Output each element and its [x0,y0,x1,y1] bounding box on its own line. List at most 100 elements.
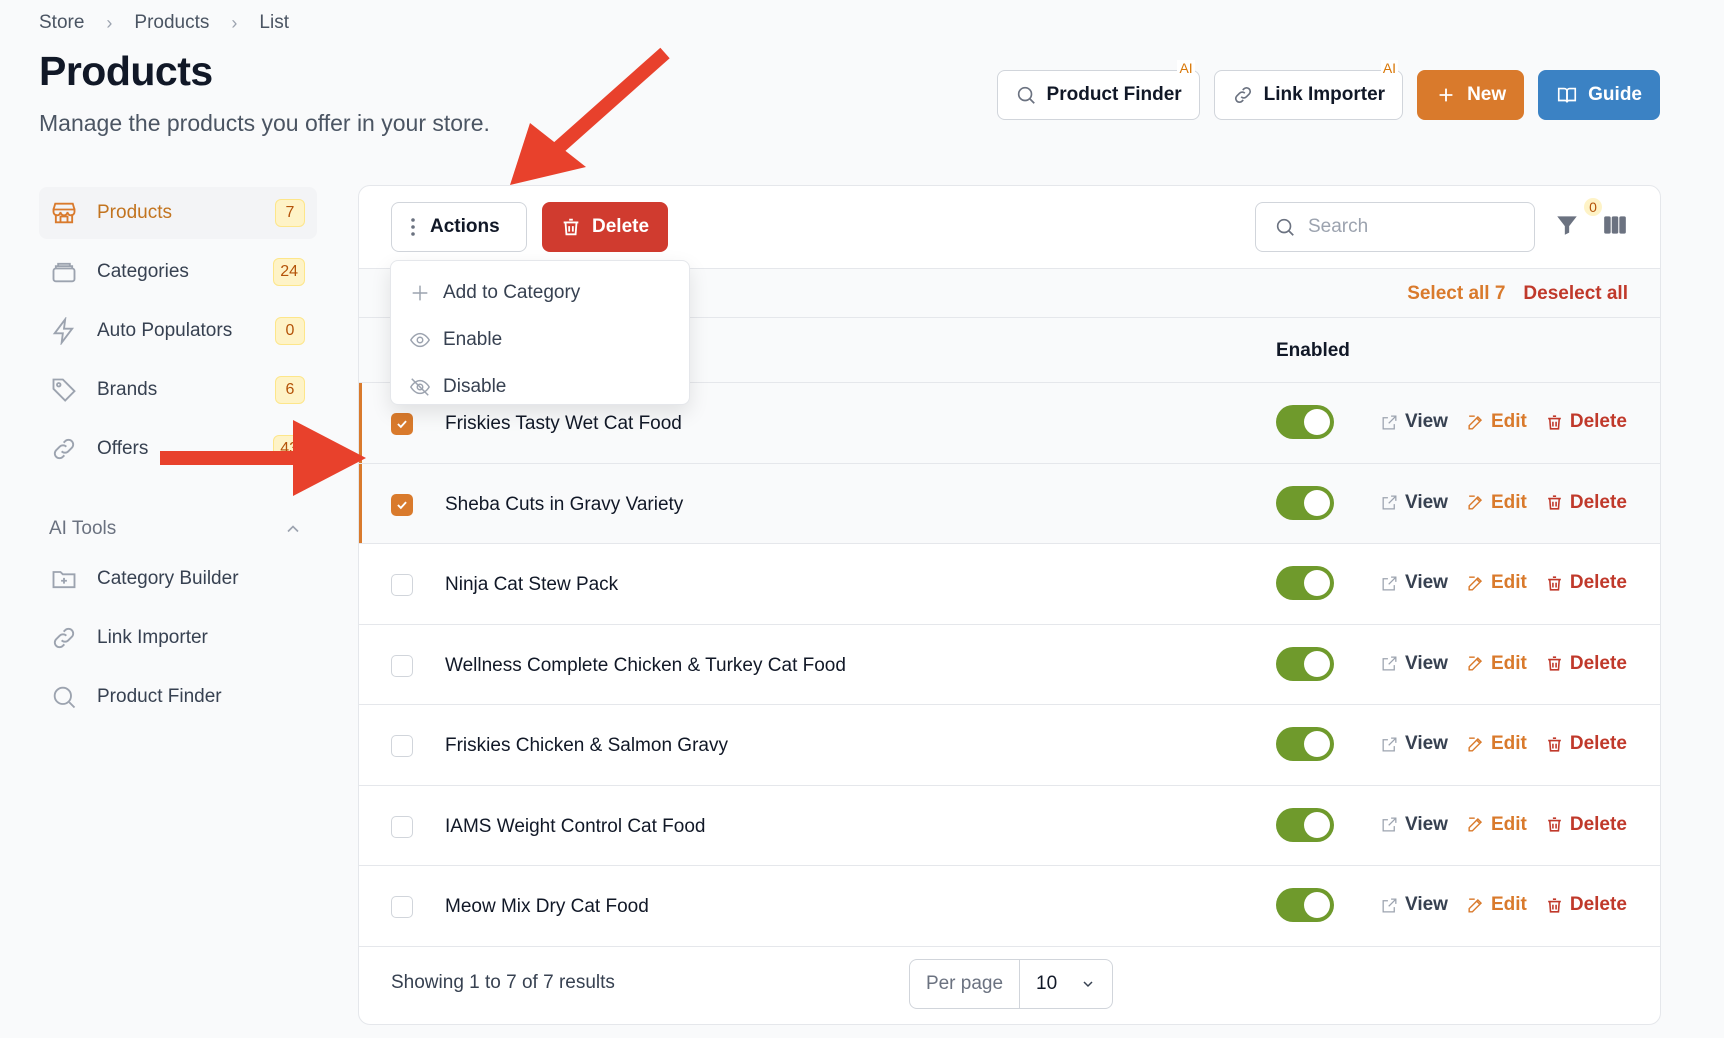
edit-button[interactable]: Edit [1466,492,1527,514]
column-header-enabled[interactable]: Enabled [1276,340,1350,362]
search-icon [49,682,79,712]
new-button[interactable]: New [1417,70,1525,120]
enabled-toggle[interactable] [1276,807,1334,842]
columns-icon[interactable] [1602,212,1628,238]
external-link-icon [1382,817,1397,832]
view-label: View [1405,813,1448,835]
row-checkbox[interactable] [391,574,413,596]
deselect-all-link[interactable]: Deselect all [1523,283,1628,305]
product-finder-button[interactable]: Product Finder AI [996,60,1200,120]
menu-item-disable[interactable]: Disable [391,363,689,410]
row-checkbox[interactable] [391,815,413,838]
check-icon [397,500,407,509]
enabled-toggle[interactable] [1276,888,1334,922]
edit-button[interactable]: Edit [1466,733,1527,755]
delete-label: Delete [1569,652,1627,674]
sidebar-item-label: Offers [97,438,149,459]
sidebar-item-category-builder[interactable]: Category Builder [39,553,317,605]
table-row[interactable]: Sheba Cuts in Gravy Variety View Edit Delet… [359,463,1660,544]
sidebar-item-label: Link Importer [97,627,208,648]
breadcrumb-products[interactable]: Products [134,12,209,34]
trash-icon [1548,656,1561,671]
row-checkbox[interactable] [391,735,413,757]
delete-button[interactable]: Delete [1545,572,1627,594]
edit-button[interactable]: Edit [1466,653,1527,675]
edit-button[interactable]: Edit [1466,411,1527,433]
page-subtitle: Manage the products you offer in your st… [39,110,490,136]
delete-button[interactable]: Delete [1545,653,1627,675]
sidebar-item-brands[interactable]: Brands 6 [39,364,317,416]
count-badge: 7 [275,199,305,227]
view-button[interactable]: View [1380,733,1448,755]
table-row[interactable]: Meow Mix Dry Cat Food View Edit Delete [359,866,1660,947]
menu-item-label: Add to Category [443,281,581,303]
menu-item-add-to-category[interactable]: Add to Category [391,269,689,316]
sidebar-item-link-importer[interactable]: Link Importer [39,612,317,664]
header-actions: Product Finder AI Link Importer AI New G… [996,60,1660,120]
table-row[interactable]: Wellness Complete Chicken & Turkey Cat F… [359,624,1660,705]
breadcrumb-store[interactable]: Store [39,12,84,34]
enabled-toggle[interactable] [1276,727,1334,761]
ai-tools-heading: AI Tools [49,518,117,539]
edit-button[interactable]: Edit [1466,572,1527,594]
view-button[interactable]: View [1380,492,1448,514]
enabled-toggle[interactable] [1276,646,1334,681]
breadcrumb: Store › Products › List [39,12,289,34]
table-row[interactable]: Friskies Chicken & Salmon Gravy View Edit D… [359,705,1660,786]
enabled-toggle[interactable] [1276,485,1334,520]
edit-label: Edit [1490,411,1527,432]
trash-icon [1548,414,1561,430]
enabled-toggle[interactable] [1276,566,1334,600]
view-button[interactable]: View [1380,572,1448,594]
delete-button[interactable]: Delete [1545,894,1627,916]
link-importer-button[interactable]: Link Importer AI [1213,60,1404,120]
menu-item-label: Disable [443,375,507,397]
sidebar-item-product-finder[interactable]: Product Finder [39,671,317,723]
delete-button[interactable]: Delete [1545,411,1627,433]
row-checkbox[interactable] [391,493,413,516]
row-checkbox[interactable] [391,896,413,918]
bulk-delete-button[interactable]: Delete [542,202,668,252]
sidebar-item-products[interactable]: Products 7 [39,187,317,239]
menu-item-enable[interactable]: Enable [391,316,689,363]
edit-button[interactable]: Edit [1466,814,1527,836]
table-row[interactable]: IAMS Weight Control Cat Food View Edit Dele… [359,785,1660,866]
guide-button[interactable]: Guide [1538,70,1660,120]
edit-icon [1468,495,1483,510]
view-button[interactable]: View [1380,894,1448,916]
sidebar-item-offers[interactable]: Offers 43 [39,423,317,475]
view-label: View [1405,572,1448,593]
filter-icon[interactable] [1554,212,1580,238]
ai-tools-group-toggle[interactable]: AI Tools [39,505,317,553]
delete-button[interactable]: Delete [1545,814,1627,836]
delete-button[interactable]: Delete [1545,733,1627,755]
view-button[interactable]: View [1380,814,1448,836]
row-checkbox[interactable] [391,413,413,435]
enabled-toggle[interactable] [1276,405,1334,439]
view-button[interactable]: View [1380,411,1448,433]
row-actions: View Edit Delete [1380,894,1627,916]
delete-button[interactable]: Delete [1545,492,1627,514]
per-page-select[interactable]: Per page 10 [909,959,1113,1009]
trash-icon [1548,897,1561,913]
table-row[interactable]: Ninja Cat Stew Pack View Edit Delete [359,544,1660,625]
product-name: Wellness Complete Chicken & Turkey Cat F… [445,654,846,676]
view-label: View [1405,411,1448,432]
toggle-knob [1304,731,1330,757]
row-actions: View Edit Delete [1380,733,1627,755]
trash-icon [563,218,579,236]
row-checkbox[interactable] [391,654,413,677]
sidebar-item-auto-populators[interactable]: Auto Populators 0 [39,305,317,357]
search-input[interactable]: Search [1255,202,1535,252]
tag-icon [49,375,79,405]
external-link-icon [1382,415,1397,429]
sidebar-item-categories[interactable]: Categories 24 [39,246,317,298]
new-label: New [1467,84,1507,105]
select-all-link[interactable]: Select all 7 [1407,283,1505,305]
row-actions: View Edit Delete [1380,653,1627,675]
edit-button[interactable]: Edit [1466,894,1527,916]
actions-button[interactable]: Actions [391,202,527,252]
edit-icon [1468,575,1483,591]
bulk-delete-label: Delete [592,216,650,237]
view-button[interactable]: View [1380,653,1448,675]
